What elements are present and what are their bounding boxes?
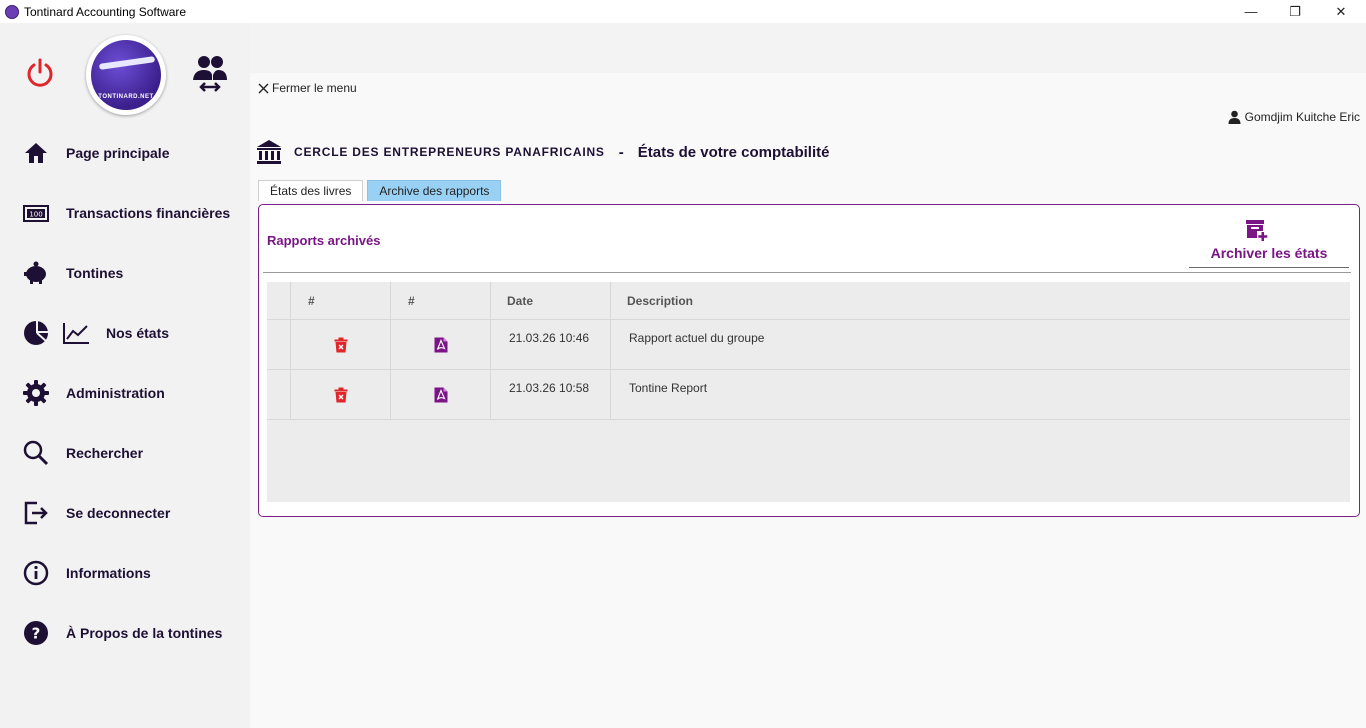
page-heading: CERCLE DES ENTREPRENEURS PANAFRICAINS - …	[256, 139, 829, 165]
top-strip	[250, 23, 1366, 73]
close-icon	[258, 83, 269, 93]
search-icon	[23, 440, 49, 466]
sidebar-item-search[interactable]: Rechercher	[0, 431, 250, 475]
open-pdf-button[interactable]	[391, 370, 491, 419]
sidebar-item-label: Transactions financières	[66, 205, 231, 221]
table-row[interactable]: 21.03.26 10:46 Rapport actuel du groupe	[267, 320, 1350, 370]
trash-icon	[334, 337, 347, 352]
user-name: Gomdjim Kuitche Eric	[1244, 110, 1360, 124]
current-user[interactable]: Gomdjim Kuitche Eric	[1228, 110, 1360, 124]
sidebar-item-label: Rechercher	[66, 445, 144, 461]
column-header-pdf[interactable]: #	[391, 282, 491, 319]
column-header-delete[interactable]: #	[291, 282, 391, 319]
maximize-button[interactable]: ❐	[1272, 0, 1318, 23]
table-row[interactable]: 21.03.26 10:58 Tontine Report	[267, 370, 1350, 420]
tontinard-logo: TONTINARD.NET	[86, 35, 166, 115]
app-icon	[5, 4, 19, 19]
main-content: Fermer le menu Gomdjim Kuitche Eric CERC…	[250, 23, 1366, 728]
column-header-date[interactable]: Date	[491, 282, 611, 319]
organization-name: CERCLE DES ENTREPRENEURS PANAFRICAINS	[294, 145, 605, 159]
sidebar-item-information[interactable]: Informations	[0, 551, 250, 595]
sidebar-item-label: Informations	[66, 565, 151, 581]
minimize-button[interactable]: —	[1228, 0, 1274, 23]
tab-bar: États des livres Archive des rapports	[258, 180, 502, 201]
panel-title: Rapports archivés	[267, 233, 381, 248]
sidebar-item-label: Administration	[66, 385, 165, 401]
column-header-description[interactable]: Description	[611, 282, 1350, 319]
user-icon	[1228, 110, 1241, 124]
close-window-button[interactable]: ✕	[1318, 0, 1364, 23]
sidebar-item-reports[interactable]: Nos états	[0, 311, 250, 355]
svg-text:100: 100	[29, 211, 42, 219]
heading-separator: -	[618, 143, 624, 161]
sidebar-item-administration[interactable]: Administration	[0, 371, 250, 415]
bank-icon	[257, 140, 281, 164]
logout-icon	[24, 501, 48, 525]
delete-report-button[interactable]	[291, 320, 391, 369]
tab-reports-archive[interactable]: Archive des rapports	[367, 180, 502, 201]
piggy-bank-icon	[24, 261, 46, 284]
archive-add-icon	[1246, 220, 1268, 241]
delete-report-button[interactable]	[291, 370, 391, 419]
sidebar-item-logout[interactable]: Se deconnecter	[0, 491, 250, 535]
trash-icon	[334, 387, 347, 402]
gear-icon	[23, 380, 49, 406]
window-titlebar: Tontinard Accounting Software	[0, 0, 1366, 23]
power-icon[interactable]	[24, 57, 56, 89]
row-selector[interactable]	[267, 370, 291, 419]
sidebar-item-label: Nos états	[106, 325, 170, 341]
pdf-icon	[434, 337, 447, 352]
window-title: Tontinard Accounting Software	[24, 4, 187, 19]
table-header: # # Date Description	[267, 282, 1350, 320]
banknote-icon: 100	[23, 205, 49, 222]
switch-group-icon[interactable]	[192, 53, 228, 93]
info-icon	[23, 560, 49, 586]
tab-books-states[interactable]: États des livres	[258, 180, 364, 201]
sidebar-item-transactions[interactable]: 100 Transactions financières	[0, 191, 250, 235]
sidebar-item-tontines[interactable]: Tontines	[0, 251, 250, 295]
panel-divider	[263, 272, 1351, 273]
open-pdf-button[interactable]	[391, 320, 491, 369]
close-menu-button[interactable]: Fermer le menu	[258, 81, 357, 95]
archive-states-button[interactable]: Archiver les états	[1189, 216, 1349, 268]
sidebar-item-label: Se deconnecter	[66, 505, 171, 521]
row-selector[interactable]	[267, 320, 291, 369]
pie-chart-icon	[24, 321, 48, 345]
archive-states-label: Archiver les états	[1210, 245, 1328, 261]
report-description: Tontine Report	[629, 381, 708, 395]
sidebar-item-about[interactable]: ? À Propos de la tontines	[0, 611, 250, 655]
sidebar-item-home[interactable]: Page principale	[0, 131, 250, 175]
line-chart-icon	[63, 323, 89, 344]
column-header-select	[267, 282, 291, 319]
archived-reports-table: # # Date Description 21.03.26 10:46 Rapp…	[267, 282, 1350, 502]
archived-reports-panel: Rapports archivés Archiver les états # #…	[258, 204, 1360, 517]
sidebar: TONTINARD.NET Page principale 100 Transa…	[0, 23, 250, 728]
sidebar-item-label: À Propos de la tontines	[66, 625, 223, 641]
home-icon	[25, 143, 47, 163]
pdf-icon	[434, 387, 447, 402]
report-date: 21.03.26 10:46	[491, 320, 611, 369]
help-icon: ?	[24, 621, 48, 645]
close-menu-label: Fermer le menu	[272, 81, 357, 95]
sidebar-item-label: Tontines	[66, 265, 124, 281]
report-date: 21.03.26 10:58	[491, 370, 611, 419]
page-title: États de votre comptabilité	[637, 143, 830, 161]
svg-text:?: ?	[32, 625, 41, 643]
logo-text: TONTINARD.NET	[98, 94, 154, 100]
sidebar-item-label: Page principale	[66, 145, 170, 161]
report-description: Rapport actuel du groupe	[629, 331, 765, 345]
